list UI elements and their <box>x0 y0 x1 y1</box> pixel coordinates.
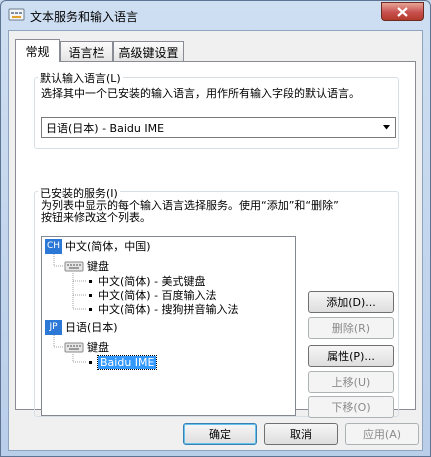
chevron-down-icon <box>383 125 390 130</box>
dialog-window: 文本服务和输入语言 常规 语言栏 高级键设置 默认输入语言(L) 选择其中一个已… <box>0 0 431 457</box>
keyboard-icon <box>64 261 84 272</box>
close-icon <box>397 6 408 17</box>
default-language-value: 日语(日本) - Baidu IME <box>46 121 165 135</box>
tree-node-language[interactable]: CH 中文(简体，中国) <box>45 238 151 254</box>
remove-button[interactable]: 删除(R) <box>308 317 394 339</box>
window-title: 文本服务和输入语言 <box>30 10 139 24</box>
close-button[interactable] <box>381 2 424 21</box>
tree-node-language-label: 中文(简体，中国) <box>65 240 151 253</box>
default-language-legend: 默认输入语言(L) <box>38 70 123 86</box>
cancel-button[interactable]: 取消 <box>264 423 338 445</box>
move-up-button[interactable]: 上移(U) <box>308 371 394 393</box>
tree-item-service-label: Baidu IME <box>96 354 158 370</box>
general-tab-panel: 默认输入语言(L) 选择其中一个已安装的输入语言，用作所有输入字段的默认语言。 … <box>15 61 416 418</box>
add-button[interactable]: 添加(D)... <box>308 291 394 313</box>
tree-node-keyboard-group[interactable]: 键盘 <box>64 258 109 274</box>
installed-services-description-2: 按钮来修改这个列表。 <box>41 211 151 224</box>
tab-language-bar[interactable]: 语言栏 <box>60 41 113 62</box>
move-down-button[interactable]: 下移(O) <box>308 396 394 418</box>
ok-button[interactable]: 确定 <box>183 423 257 445</box>
tree-item-service-selected[interactable]: Baidu IME <box>87 354 158 370</box>
default-language-description: 选择其中一个已安装的输入语言，用作所有输入字段的默认语言。 <box>41 87 360 100</box>
language-badge-jp: JP <box>45 319 62 335</box>
bullet-icon <box>89 360 92 364</box>
tree-node-keyboard-label: 键盘 <box>87 341 109 354</box>
tree-node-language[interactable]: JP 日语(日本) <box>45 319 118 335</box>
properties-button[interactable]: 属性(P)... <box>308 345 394 367</box>
keyboard-icon <box>64 342 84 353</box>
language-badge-ch: CH <box>45 238 62 254</box>
title-bar[interactable]: 文本服务和输入语言 <box>1 1 430 29</box>
tree-node-keyboard-group[interactable]: 键盘 <box>64 339 109 355</box>
bullet-icon <box>89 279 92 283</box>
bullet-icon <box>89 307 92 311</box>
default-language-combobox[interactable]: 日语(日本) - Baidu IME <box>41 117 396 138</box>
keyboard-app-icon <box>8 8 25 21</box>
dialog-client-area: 常规 语言栏 高级键设置 默认输入语言(L) 选择其中一个已安装的输入语言，用作… <box>8 30 423 451</box>
tree-node-language-label: 日语(日本) <box>65 321 118 334</box>
tab-advanced-key-settings[interactable]: 高级键设置 <box>113 41 184 62</box>
installed-services-tree[interactable]: CH 中文(简体，中国) 键盘 中文(简体) - 美式键盘 中文(简体) - 百… <box>41 236 296 416</box>
tree-item-service-label: 中文(简体) - 搜狗拼音输入法 <box>98 303 239 316</box>
tree-item-service[interactable]: 中文(简体) - 搜狗拼音输入法 <box>87 301 239 317</box>
tree-node-keyboard-label: 键盘 <box>87 260 109 273</box>
apply-button[interactable]: 应用(A) <box>345 423 419 445</box>
tab-general[interactable]: 常规 <box>15 39 60 62</box>
bullet-icon <box>89 293 92 297</box>
